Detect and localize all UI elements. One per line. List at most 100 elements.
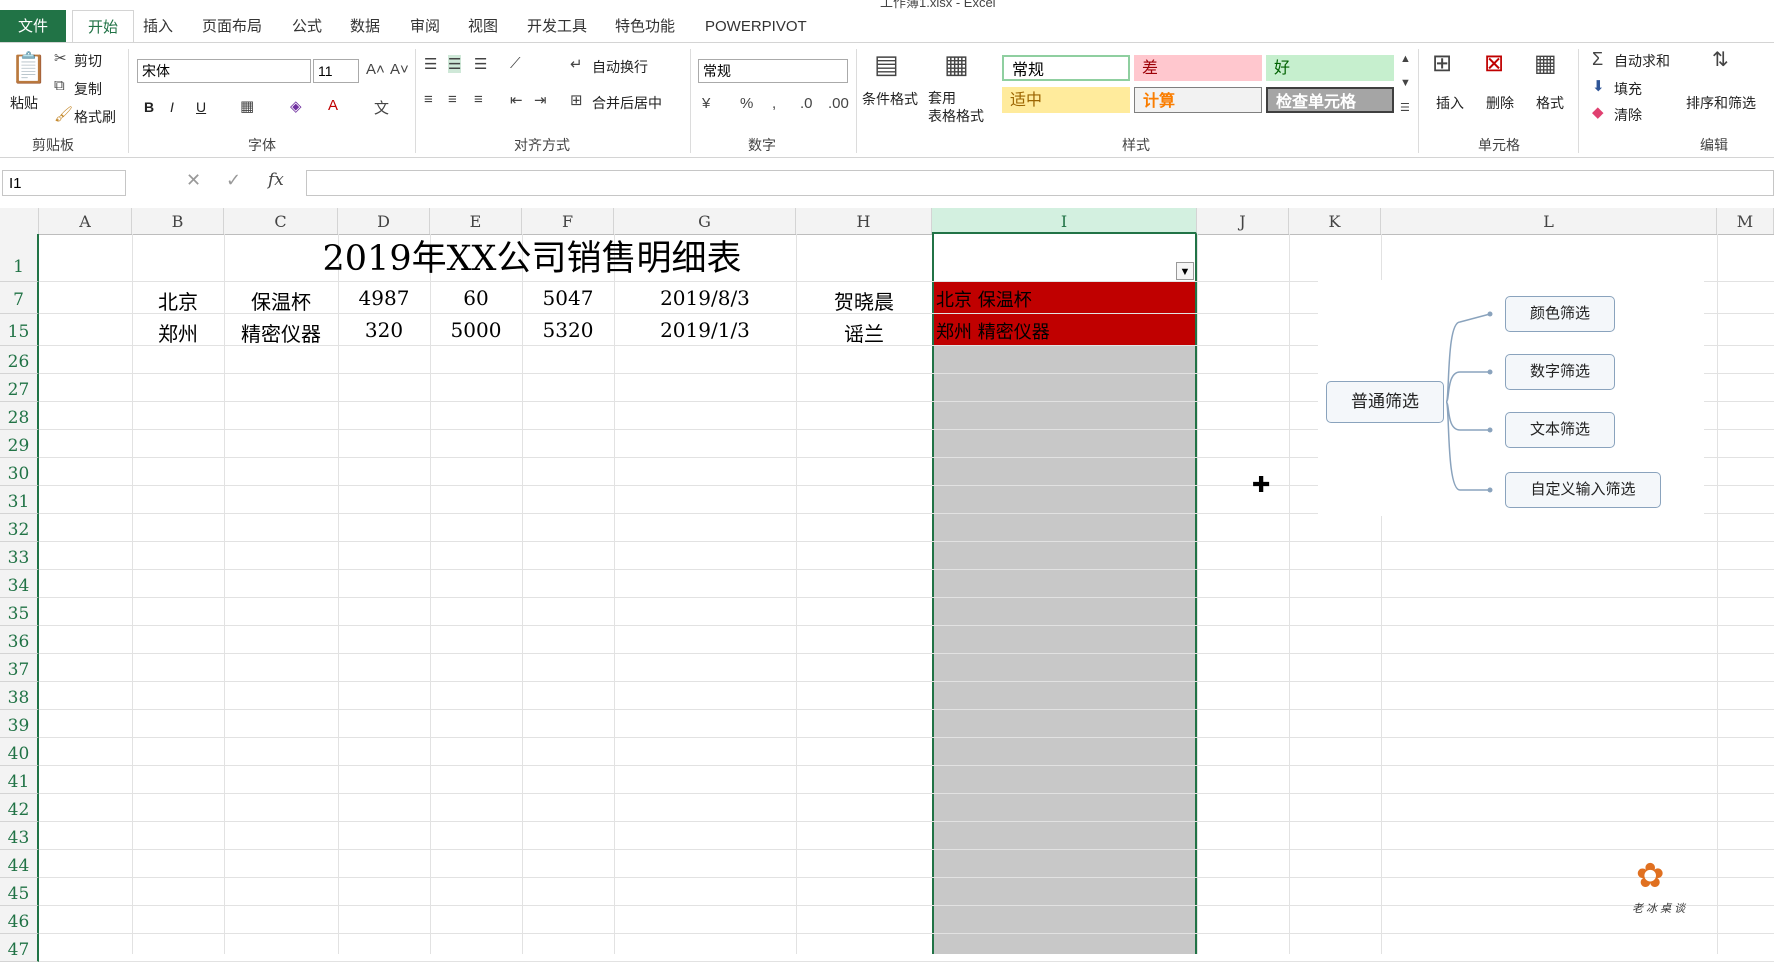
enter-icon[interactable]: ✓ <box>226 170 241 191</box>
cell-e15[interactable]: 5000 <box>430 318 522 342</box>
column-header-m[interactable]: M <box>1717 208 1774 234</box>
cell-e7[interactable]: 60 <box>430 286 522 310</box>
tab-home[interactable]: 开始 <box>72 10 134 43</box>
column-header-c[interactable]: C <box>224 208 338 234</box>
row-header-46[interactable]: 46 <box>0 906 39 934</box>
row-header-1[interactable]: 1 <box>0 234 39 282</box>
row-header-38[interactable]: 38 <box>0 682 39 710</box>
copy-button[interactable]: 复制 <box>74 79 102 99</box>
cell-c7[interactable]: 保温杯 <box>224 286 338 315</box>
conditional-format-button[interactable]: 条件格式 <box>862 89 918 109</box>
clear-button[interactable]: 清除 <box>1614 105 1642 125</box>
shrink-font-icon[interactable]: A˅ <box>390 61 409 78</box>
row-header-29[interactable]: 29 <box>0 430 39 458</box>
filter-dropdown-icon[interactable]: ▼ <box>1176 262 1194 280</box>
row-header-30[interactable]: 30 <box>0 458 39 486</box>
cell-g15[interactable]: 2019/1/3 <box>614 318 796 342</box>
row-header-7[interactable]: 7 <box>0 282 39 314</box>
styles-scroll-down-icon[interactable]: ▼ <box>1400 77 1411 89</box>
sort-filter-button[interactable]: 排序和筛选 <box>1686 93 1756 113</box>
align-center-icon[interactable]: ≡ <box>448 91 457 108</box>
row-header-27[interactable]: 27 <box>0 374 39 402</box>
column-header-g[interactable]: G <box>614 208 796 234</box>
style-bad[interactable]: 差 <box>1134 55 1262 81</box>
style-normal[interactable]: 常规 <box>1002 55 1130 81</box>
align-top-icon[interactable]: ☰ <box>424 55 437 73</box>
delete-cells-button[interactable]: 删除 <box>1486 93 1514 113</box>
tab-insert[interactable]: 插入 <box>143 10 173 42</box>
formula-input[interactable] <box>306 170 1774 196</box>
row-header-32[interactable]: 32 <box>0 514 39 542</box>
style-calculation[interactable]: 计算 <box>1134 87 1262 113</box>
name-box[interactable]: I1 <box>2 170 126 196</box>
font-color-icon[interactable]: A <box>328 97 338 114</box>
percent-icon[interactable]: % <box>740 95 753 112</box>
bold-button[interactable]: B <box>144 99 154 115</box>
tab-special[interactable]: 特色功能 <box>615 10 675 42</box>
autosum-button[interactable]: 自动求和 <box>1614 51 1670 71</box>
align-bottom-icon[interactable]: ☰ <box>474 55 487 73</box>
styles-scroll-up-icon[interactable]: ▲ <box>1400 53 1411 65</box>
increase-indent-icon[interactable]: ⇥ <box>534 91 547 109</box>
underline-button[interactable]: U <box>196 99 206 115</box>
style-check-cell[interactable]: 检查单元格 <box>1266 87 1394 113</box>
row-header-41[interactable]: 41 <box>0 766 39 794</box>
font-name-select[interactable]: 宋体 <box>137 59 311 83</box>
column-header-e[interactable]: E <box>430 208 522 234</box>
cell-c15[interactable]: 精密仪器 <box>224 318 338 347</box>
font-size-select[interactable]: 11 <box>313 59 359 83</box>
cell-i1[interactable] <box>934 234 1195 282</box>
row-header-44[interactable]: 44 <box>0 850 39 878</box>
row-header-40[interactable]: 40 <box>0 738 39 766</box>
number-format-select[interactable]: 常规 <box>698 59 848 83</box>
column-header-k[interactable]: K <box>1289 208 1381 234</box>
cell-b7[interactable]: 北京 <box>132 286 224 315</box>
row-header-47[interactable]: 47 <box>0 934 39 962</box>
sheet-title[interactable]: 2019年XX公司销售明细表 <box>132 236 932 282</box>
cell-i15[interactable]: 郑州 精密仪器 <box>936 318 1050 344</box>
table-format-button[interactable]: 套用 表格格式 <box>928 89 984 125</box>
row-header-37[interactable]: 37 <box>0 654 39 682</box>
cell-f15[interactable]: 5320 <box>522 318 614 342</box>
style-good[interactable]: 好 <box>1266 55 1394 81</box>
tab-developer[interactable]: 开发工具 <box>527 10 587 42</box>
fill-color-icon[interactable]: ◈ <box>290 97 302 115</box>
insert-function-icon[interactable]: fx <box>268 170 284 190</box>
cell-d7[interactable]: 4987 <box>338 286 430 310</box>
phonetic-icon[interactable]: 文 <box>374 97 389 118</box>
cell-f7[interactable]: 5047 <box>522 286 614 310</box>
increase-decimal-icon[interactable]: .0 <box>800 95 813 112</box>
cell-b15[interactable]: 郑州 <box>132 318 224 347</box>
column-header-h[interactable]: H <box>796 208 932 234</box>
tab-powerpivot[interactable]: POWERPIVOT <box>705 10 807 42</box>
paste-button[interactable]: 粘贴 <box>10 93 38 113</box>
cell-i7[interactable]: 北京 保温杯 <box>936 286 1032 312</box>
format-cells-button[interactable]: 格式 <box>1536 93 1564 113</box>
tab-review[interactable]: 审阅 <box>410 10 440 42</box>
grow-font-icon[interactable]: A˄ <box>366 61 385 78</box>
column-header-d[interactable]: D <box>338 208 430 234</box>
column-header-l[interactable]: L <box>1381 208 1717 234</box>
row-header-15[interactable]: 15 <box>0 314 39 346</box>
decrease-decimal-icon[interactable]: .00 <box>828 95 849 112</box>
tab-view[interactable]: 视图 <box>468 10 498 42</box>
insert-cells-icon[interactable]: ⊞ <box>1432 49 1452 78</box>
align-middle-icon[interactable]: ☰ <box>448 55 462 73</box>
select-all-corner[interactable] <box>0 208 39 234</box>
row-header-33[interactable]: 33 <box>0 542 39 570</box>
cell-g7[interactable]: 2019/8/3 <box>614 286 796 310</box>
merge-center-button[interactable]: 合并后居中 <box>592 93 662 113</box>
row-header-42[interactable]: 42 <box>0 794 39 822</box>
delete-cells-icon[interactable]: ⊠ <box>1484 49 1504 78</box>
column-header-a[interactable]: A <box>39 208 132 234</box>
cell-h7[interactable]: 贺晓晨 <box>796 286 932 315</box>
row-header-39[interactable]: 39 <box>0 710 39 738</box>
style-neutral[interactable]: 适中 <box>1002 87 1130 113</box>
conditional-format-icon[interactable]: ▤ <box>874 49 899 80</box>
column-header-f[interactable]: F <box>522 208 614 234</box>
row-header-45[interactable]: 45 <box>0 878 39 906</box>
row-header-28[interactable]: 28 <box>0 402 39 430</box>
row-header-36[interactable]: 36 <box>0 626 39 654</box>
table-format-icon[interactable]: ▦ <box>944 49 969 80</box>
format-painter-button[interactable]: 格式刷 <box>74 107 116 127</box>
